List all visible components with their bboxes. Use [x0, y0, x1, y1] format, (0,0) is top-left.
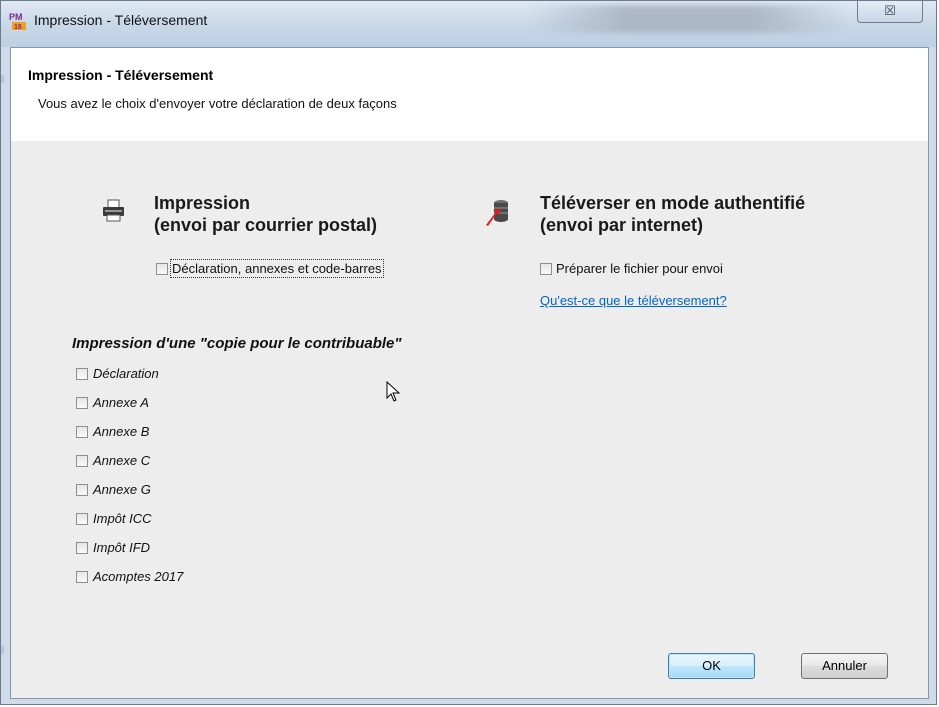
print-section-title: Impression (envoi par courrier postal)	[154, 193, 378, 235]
close-button[interactable]: ☒	[857, 1, 923, 23]
copy-item-impot-icc[interactable]: Impôt ICC	[76, 510, 152, 526]
cancel-button[interactable]: Annuler	[801, 653, 888, 679]
print-declaration-checkbox[interactable]: Déclaration, annexes et code-barres	[156, 259, 384, 279]
checkbox[interactable]	[76, 396, 88, 409]
window-edge-mark	[1, 646, 4, 654]
copy-item-declaration[interactable]: Déclaration	[76, 365, 159, 381]
copy-item-acomptes[interactable]: Acomptes 2017	[76, 568, 183, 584]
dialog-content: Impression - Téléversement Vous avez le …	[10, 47, 929, 699]
title-bar[interactable]: PM 16 Impression - Téléversement ☒	[1, 1, 936, 47]
close-icon: ☒	[884, 3, 896, 18]
database-upload-icon	[486, 200, 508, 226]
checkbox[interactable]	[76, 570, 88, 583]
svg-text:PM: PM	[9, 12, 23, 22]
copy-item-annexe-a[interactable]: Annexe A	[76, 394, 149, 410]
checkbox[interactable]	[76, 541, 88, 554]
upload-help-link[interactable]: Qu'est-ce que le téléversement?	[540, 293, 727, 308]
window-title: Impression - Téléversement	[34, 12, 208, 28]
copy-item-annexe-b[interactable]: Annexe B	[76, 423, 149, 439]
checkbox[interactable]	[76, 512, 88, 525]
background-window-title	[529, 5, 849, 33]
header-panel: Impression - Téléversement Vous avez le …	[11, 48, 928, 141]
copy-item-annexe-g[interactable]: Annexe G	[76, 481, 151, 497]
copy-item-impot-ifd[interactable]: Impôt IFD	[76, 539, 150, 555]
checkbox[interactable]	[76, 367, 88, 380]
dialog-window: PM 16 Impression - Téléversement ☒ Impre…	[0, 0, 937, 705]
checkbox[interactable]	[76, 425, 88, 438]
pm-app-icon: PM 16	[9, 12, 26, 31]
ok-button[interactable]: OK	[668, 653, 755, 679]
upload-section-title: Téléverser en mode authentifié (envoi pa…	[540, 193, 806, 235]
dialog-subtitle: Vous avez le choix d'envoyer votre décla…	[38, 96, 397, 111]
checkbox[interactable]	[76, 483, 88, 496]
svg-text:16: 16	[14, 24, 22, 31]
prepare-upload-checkbox[interactable]: Préparer le fichier pour envoi	[540, 260, 723, 276]
printer-icon	[103, 199, 124, 222]
copy-item-annexe-c[interactable]: Annexe C	[76, 452, 150, 468]
copy-section-title: Impression d'une "copie pour le contribu…	[72, 335, 402, 352]
checkbox[interactable]	[156, 262, 168, 275]
dialog-heading: Impression - Téléversement	[28, 67, 214, 83]
window-edge-mark	[1, 75, 4, 83]
checkbox[interactable]	[76, 454, 88, 467]
checkbox[interactable]	[540, 262, 552, 275]
mouse-pointer-icon	[386, 381, 401, 402]
